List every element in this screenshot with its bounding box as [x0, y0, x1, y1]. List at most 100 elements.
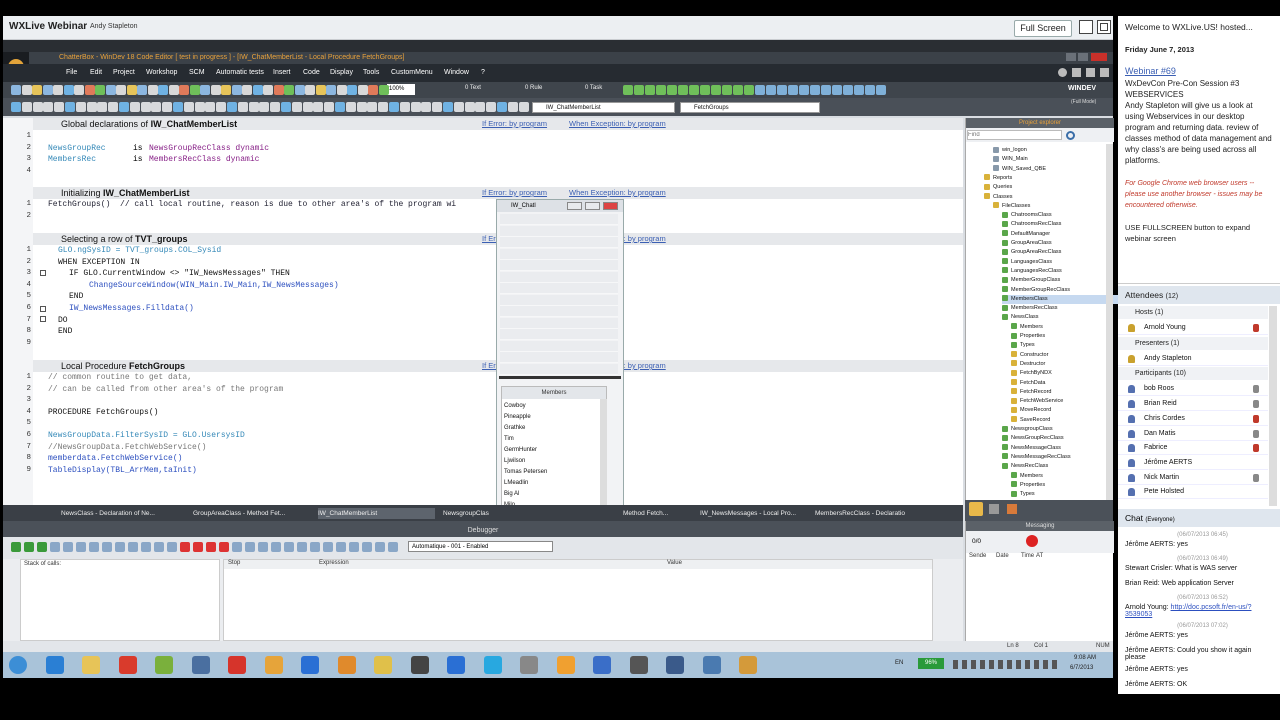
- toolbar-icon[interactable]: [259, 102, 270, 112]
- member-item[interactable]: LMeadlin: [504, 478, 604, 488]
- tree-node[interactable]: FetchRecord: [1011, 388, 1052, 397]
- toolbar-icon[interactable]: [173, 102, 183, 112]
- toolbar-icon[interactable]: [284, 85, 294, 95]
- toolbar-icon[interactable]: [766, 85, 776, 95]
- table-row[interactable]: [500, 214, 618, 225]
- tree-node[interactable]: Reports: [984, 174, 1012, 183]
- toolbar-icon[interactable]: [227, 102, 237, 112]
- menu-item[interactable]: Workshop: [146, 64, 177, 82]
- toolbar-icon[interactable]: [126, 85, 137, 95]
- rule-counter[interactable]: 0 Rule: [525, 85, 542, 91]
- debug-tool-icon[interactable]: [310, 542, 320, 552]
- maximize-icon[interactable]: [1097, 20, 1111, 34]
- member-item[interactable]: Tim: [504, 434, 604, 444]
- toolbar-icon[interactable]: [97, 102, 108, 112]
- tree-node[interactable]: MemberGroupClass: [1002, 276, 1060, 285]
- toolbar-icon[interactable]: [421, 102, 432, 112]
- table-row[interactable]: [500, 225, 618, 237]
- toolbar-icon[interactable]: [700, 85, 710, 95]
- debug-tool-icon[interactable]: [362, 542, 372, 552]
- task-counter[interactable]: 0 Task: [585, 85, 602, 91]
- editor-tab[interactable]: GroupAreaClass - Method Fet...: [193, 508, 311, 519]
- attendees-header[interactable]: Attendees (12): [1118, 286, 1280, 304]
- toolbar-icon[interactable]: [432, 102, 443, 112]
- toolbar-icon[interactable]: [129, 102, 140, 112]
- watch-panel[interactable]: Stop Expression Value: [223, 559, 933, 641]
- toolbar-icon[interactable]: [788, 85, 798, 95]
- menu-item[interactable]: ?: [481, 64, 485, 82]
- menu-item[interactable]: File: [66, 64, 77, 82]
- editor-tab[interactable]: NewsgroupClas: [443, 508, 498, 519]
- call-stack-panel[interactable]: Stack of calls:: [20, 559, 220, 641]
- taskbar-app-icon[interactable]: [301, 656, 319, 674]
- attendee-item[interactable]: Andy Stapleton: [1118, 352, 1268, 366]
- tree-node[interactable]: NewsClass: [1002, 313, 1039, 322]
- table-row[interactable]: [500, 317, 618, 329]
- taskbar-app-icon[interactable]: [82, 656, 100, 674]
- table-row[interactable]: [500, 329, 618, 340]
- debug-tool-icon[interactable]: [375, 542, 385, 552]
- toolbar-icon[interactable]: [95, 85, 105, 95]
- debug-tool-icon[interactable]: [167, 542, 177, 552]
- attendee-item[interactable]: Jérôme AERTS: [1118, 456, 1268, 470]
- toolbar-icon[interactable]: [65, 102, 75, 112]
- toolbar-icon[interactable]: [291, 102, 302, 112]
- member-item[interactable]: Cowboy: [504, 401, 604, 411]
- tree-node[interactable]: MemberGroupRecClass: [1002, 286, 1070, 295]
- taskbar-app-icon[interactable]: [264, 656, 283, 674]
- toolbar-icon[interactable]: [356, 102, 367, 112]
- debug-tool-icon[interactable]: [50, 542, 60, 552]
- toolbar-icon[interactable]: [634, 85, 644, 95]
- toolbar-icon[interactable]: [335, 102, 345, 112]
- taskbar-app-icon[interactable]: [593, 656, 611, 674]
- toolbar-icon[interactable]: [378, 102, 389, 112]
- member-item[interactable]: Grathke: [504, 423, 604, 433]
- toolbar-icon[interactable]: [667, 85, 677, 95]
- tree-node[interactable]: Queries: [984, 183, 1012, 192]
- if-error-link[interactable]: If Error: by program: [482, 119, 547, 128]
- toolbar-icon[interactable]: [821, 85, 831, 95]
- toolbar-icon[interactable]: [799, 85, 809, 95]
- taskbar-app-icon[interactable]: [191, 656, 210, 674]
- tree-node[interactable]: Destructor: [1011, 360, 1045, 369]
- tree-node[interactable]: MembersRecClass: [1002, 304, 1057, 313]
- attendee-group[interactable]: Participants (10): [1118, 367, 1268, 381]
- debug-tool-icon[interactable]: [128, 542, 138, 552]
- taskbar-app-icon[interactable]: [374, 656, 392, 674]
- debug-tool-icon[interactable]: [336, 542, 346, 552]
- attendee-item[interactable]: bob Roos: [1118, 382, 1268, 397]
- debug-tool-icon[interactable]: [89, 542, 99, 552]
- minimize-icon[interactable]: [1066, 53, 1076, 61]
- table-row[interactable]: [500, 248, 618, 260]
- toolbar-icon[interactable]: [464, 102, 475, 112]
- editor-tab[interactable]: MembersRecClass - Declaratio: [815, 508, 927, 519]
- toolbar-icon[interactable]: [168, 85, 179, 95]
- col-expression[interactable]: Expression: [319, 560, 349, 566]
- tree-node[interactable]: GroupAreaClass: [1002, 239, 1052, 248]
- clock-time[interactable]: 9:08 AM: [1074, 655, 1096, 661]
- code-editor[interactable]: Global declarations of IW_ChatMemberList…: [3, 118, 963, 505]
- toolbar-icon[interactable]: [189, 85, 200, 95]
- tree-node[interactable]: NewsMessageRecClass: [1002, 453, 1071, 462]
- toolbar-icon[interactable]: [453, 102, 464, 112]
- table-row[interactable]: [500, 363, 618, 375]
- toolbar-icon[interactable]: [345, 102, 356, 112]
- toolbar-icon[interactable]: [231, 85, 242, 95]
- if-error-link[interactable]: If Error: by program: [482, 188, 547, 197]
- menu-item[interactable]: Insert: [273, 64, 291, 82]
- toolbar-icon[interactable]: [21, 102, 32, 112]
- toolbar-icon[interactable]: [336, 85, 347, 95]
- menu-item[interactable]: SCM: [189, 64, 205, 82]
- debug-tool-icon[interactable]: [284, 542, 294, 552]
- taskbar-app-icon[interactable]: [155, 656, 173, 674]
- taskbar-app-icon[interactable]: [520, 656, 538, 674]
- toolbar-icon[interactable]: [54, 102, 65, 112]
- toolbar-icon[interactable]: [42, 85, 53, 95]
- taskbar-app-icon[interactable]: [410, 656, 429, 674]
- project-search-input[interactable]: [967, 130, 1062, 140]
- debug-tool-icon[interactable]: [76, 542, 86, 552]
- debug-tool-icon[interactable]: [154, 542, 164, 552]
- toolbar-icon[interactable]: [357, 85, 368, 95]
- debug-tool-icon[interactable]: [245, 542, 255, 552]
- window-combo[interactable]: IW_ChatMemberList: [532, 102, 675, 113]
